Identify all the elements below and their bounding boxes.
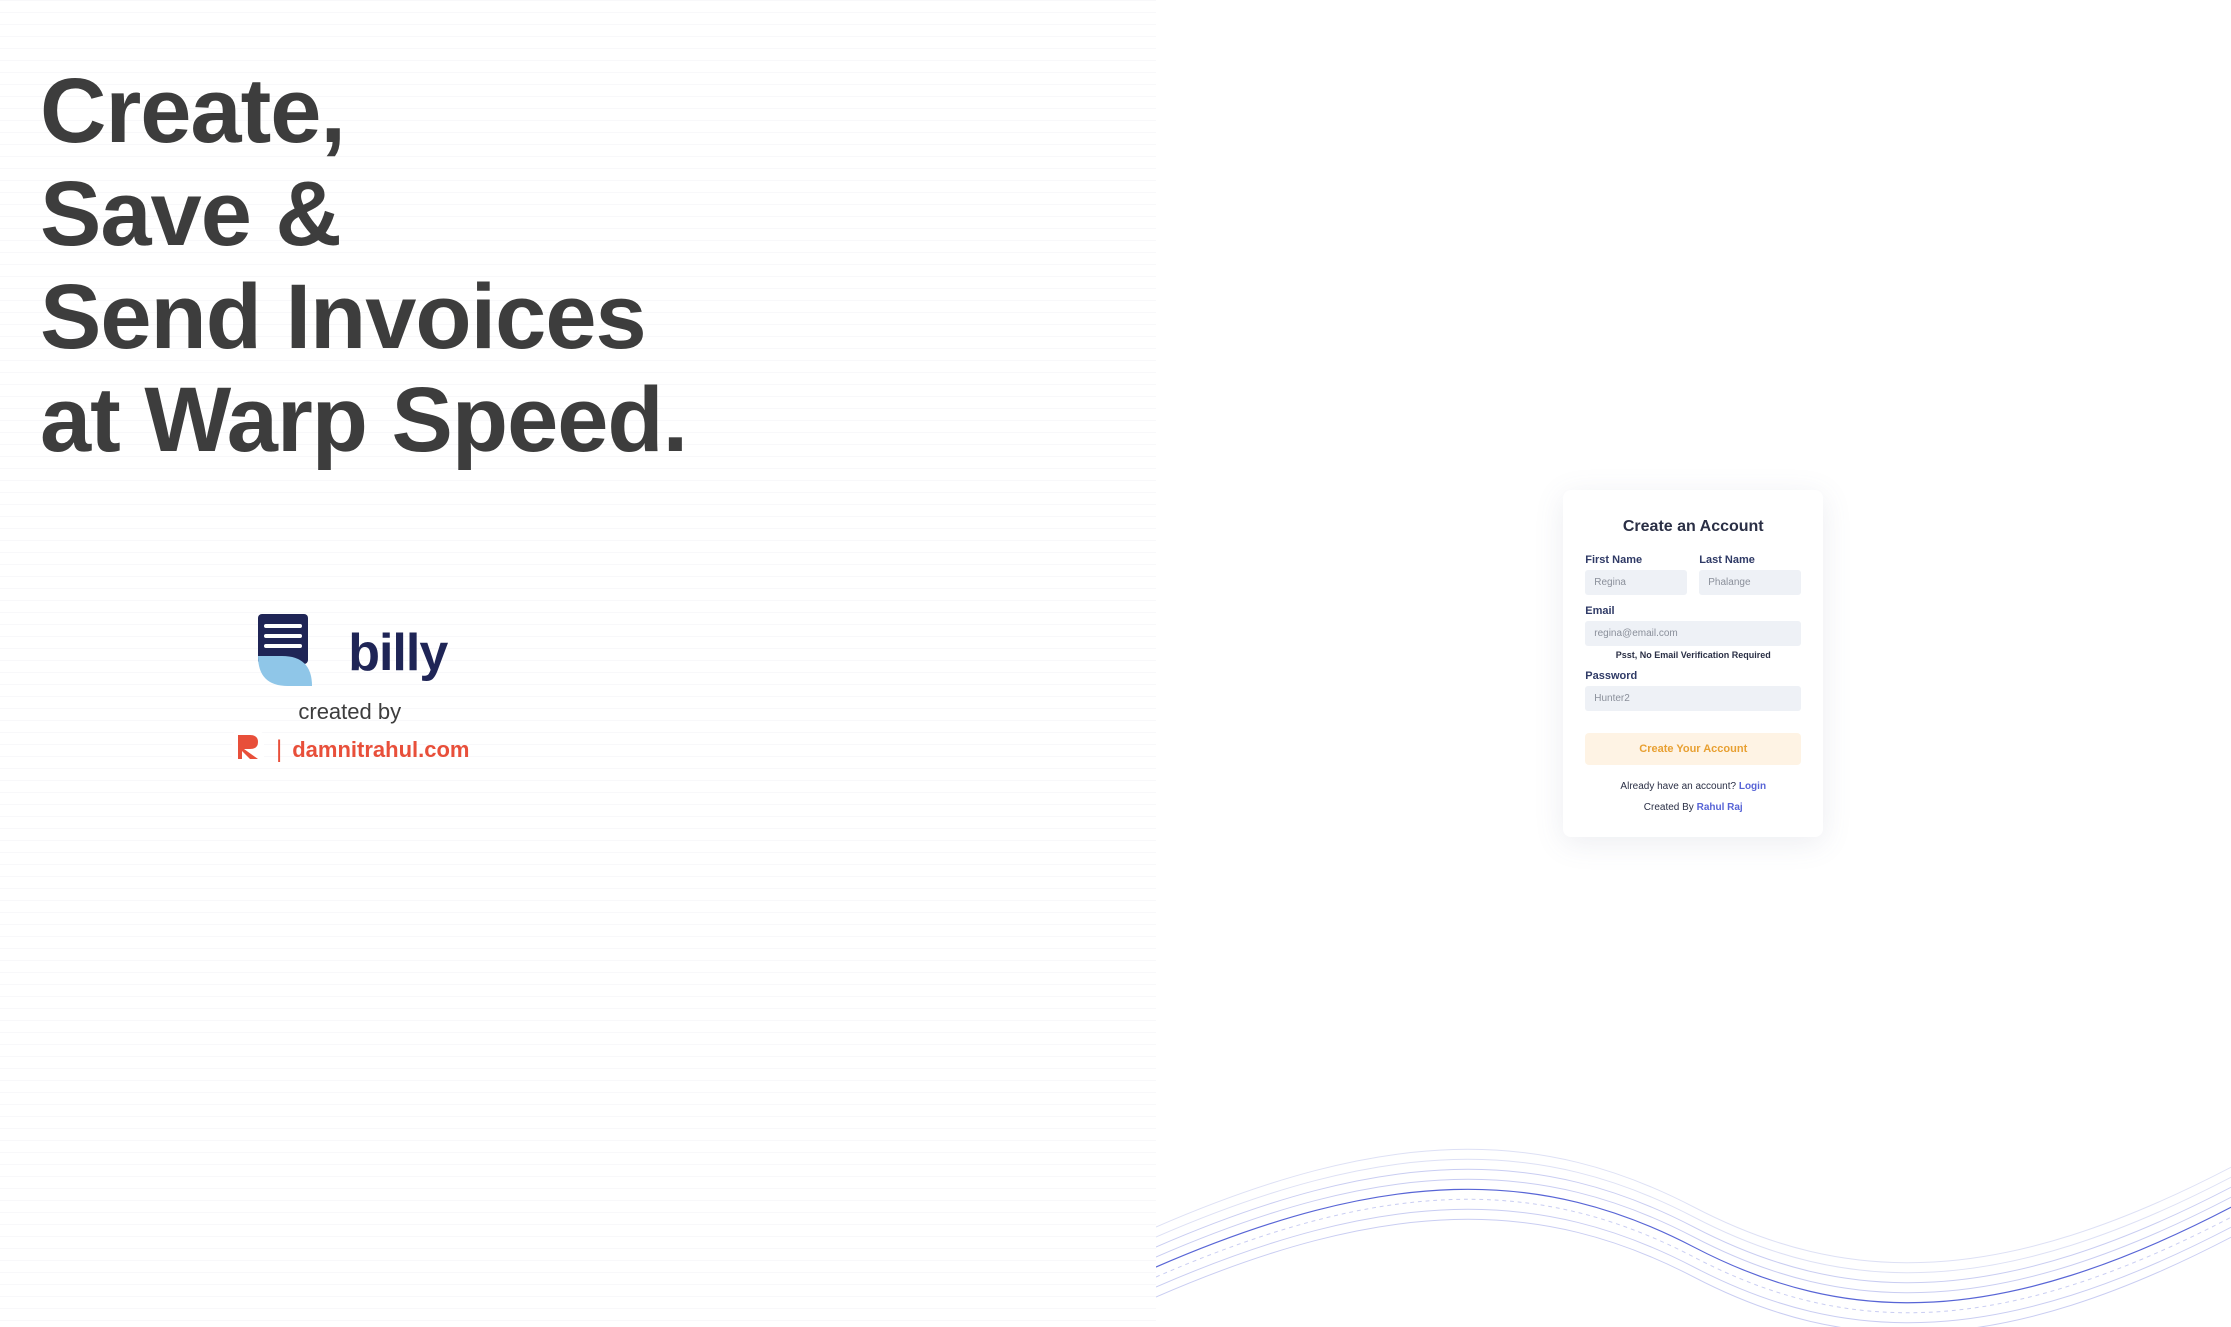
credit-prefix: Created By xyxy=(1644,802,1697,813)
wave-decoration xyxy=(1156,1087,2231,1327)
creator-logo-icon xyxy=(230,729,266,770)
brand-row: billy xyxy=(252,612,447,693)
first-name-field: First Name xyxy=(1585,554,1687,595)
credit-line: Created By Rahul Raj xyxy=(1585,802,1801,813)
credit-name-link[interactable]: Rahul Raj xyxy=(1697,802,1743,813)
first-name-label: First Name xyxy=(1585,554,1687,566)
billy-logo-icon xyxy=(252,612,330,693)
hero-line-3: Send Invoices xyxy=(40,266,1116,369)
brand-name: billy xyxy=(348,623,447,683)
hero-panel: Create, Save & Send Invoices at Warp Spe… xyxy=(0,0,1156,1327)
last-name-field: Last Name xyxy=(1699,554,1801,595)
email-label: Email xyxy=(1585,605,1801,617)
hero-line-1: Create, xyxy=(40,60,1116,163)
last-name-label: Last Name xyxy=(1699,554,1801,566)
hero-title: Create, Save & Send Invoices at Warp Spe… xyxy=(40,60,1116,472)
created-by-label: created by xyxy=(298,699,401,725)
password-label: Password xyxy=(1585,670,1801,682)
card-title: Create an Account xyxy=(1585,518,1801,536)
creator-site-link[interactable]: damnitrahul.com xyxy=(292,737,469,763)
brand-block: billy created by | damnitrahul.com xyxy=(230,612,469,770)
email-field-block: Email Psst, No Email Verification Requir… xyxy=(1585,605,1801,660)
hero-line-2: Save & xyxy=(40,163,1116,266)
last-name-input[interactable] xyxy=(1699,570,1801,595)
creator-row: | damnitrahul.com xyxy=(230,729,469,770)
form-panel: Create an Account First Name Last Name E… xyxy=(1156,0,2231,1327)
email-helper-text: Psst, No Email Verification Required xyxy=(1585,650,1801,660)
signup-card: Create an Account First Name Last Name E… xyxy=(1563,490,1823,837)
password-input[interactable] xyxy=(1585,686,1801,711)
hero-line-4: at Warp Speed. xyxy=(40,369,1116,472)
first-name-input[interactable] xyxy=(1585,570,1687,595)
login-link[interactable]: Login xyxy=(1739,781,1766,792)
password-field-block: Password xyxy=(1585,670,1801,711)
create-account-button[interactable]: Create Your Account xyxy=(1585,733,1801,765)
login-prompt-line: Already have an account? Login xyxy=(1585,781,1801,792)
email-input[interactable] xyxy=(1585,621,1801,646)
login-prompt-text: Already have an account? xyxy=(1620,781,1738,792)
